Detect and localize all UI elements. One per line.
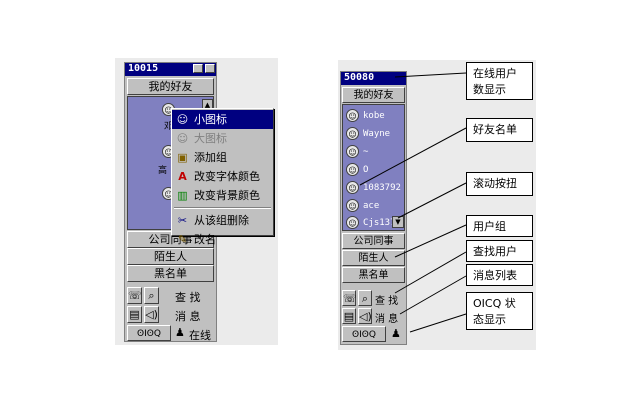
- callout-leader-lines: [359, 72, 467, 333]
- callout-scroll-button: 滚动按扭: [466, 172, 533, 196]
- callout-message-list: 消息列表: [466, 264, 533, 286]
- callout-friend-list: 好友名单: [466, 118, 533, 142]
- callout-oicq-status: OICQ 状态显示: [466, 292, 533, 330]
- callout-find-user: 查找用户: [466, 240, 533, 262]
- callout-online-count: 在线用户数显示: [466, 62, 533, 100]
- callout-user-group: 用户组: [466, 215, 533, 237]
